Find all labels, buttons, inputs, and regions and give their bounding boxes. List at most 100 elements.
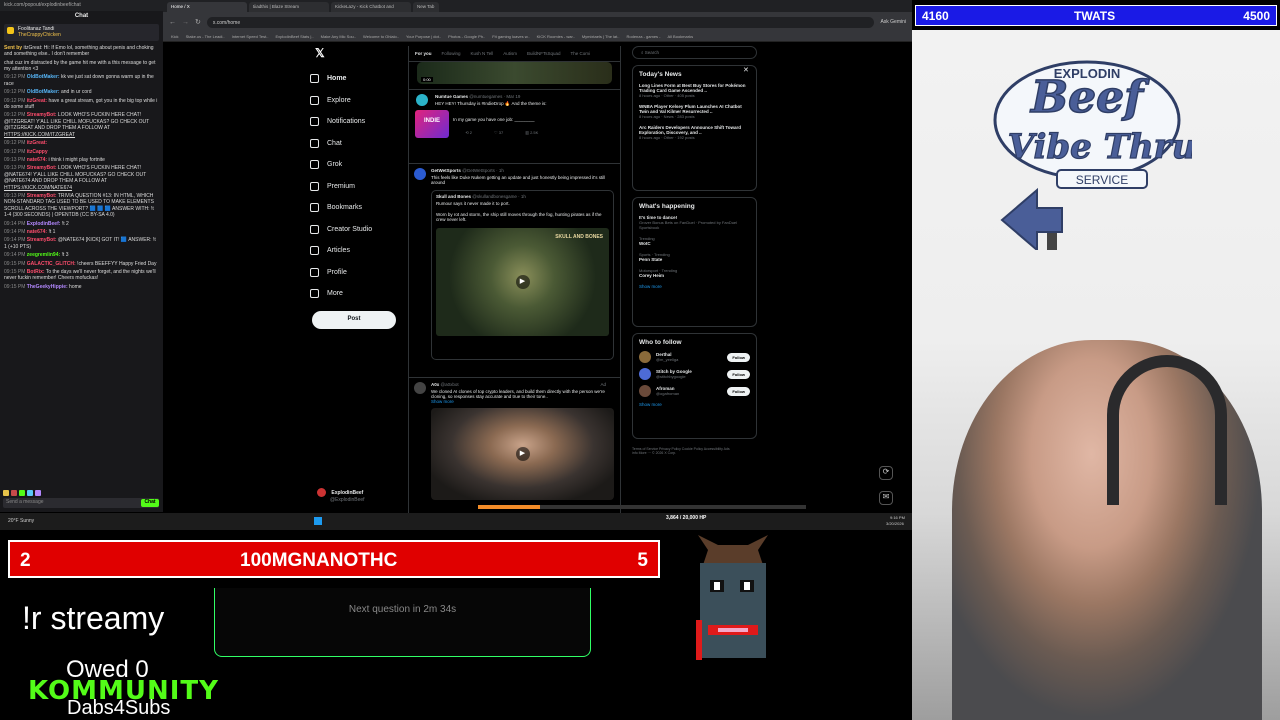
clock[interactable]: 9:16 PM [890, 515, 905, 520]
bookmark-item[interactable]: All Bookmarks [668, 34, 694, 39]
bookmark-item[interactable]: ExplodinBeef Stats |.. [275, 34, 313, 39]
post-getwet[interactable]: GetWetSports @GetWetSports · 1h This fee… [409, 164, 620, 378]
play-icon[interactable]: ▶ [515, 447, 530, 461]
follow-suggestion[interactable]: Afroman @ogafroman Follow [639, 385, 750, 397]
nav-item-articles[interactable]: Articles [310, 240, 410, 262]
nav-item-home[interactable]: Home [310, 68, 410, 90]
post-ad-a0x[interactable]: A0x @a0xbot Ad We cloned AI clones of to… [409, 378, 620, 513]
nav-item-profile[interactable]: Profile [310, 262, 410, 284]
bookmark-item[interactable]: Mymixtaels | The lat.. [582, 34, 620, 39]
messages-icon[interactable]: ✉ [879, 491, 893, 505]
message-link[interactable]: HTTPS://KICK.COM/NATE674 [4, 185, 72, 191]
browser-tab[interactable]: New Tab [413, 2, 439, 12]
message-username[interactable]: nate674: [27, 157, 47, 163]
follow-suggestion[interactable]: Derthal @m_yeeliga Follow [639, 351, 750, 363]
bookmark-item[interactable]: Internet Speed Test.. [232, 34, 269, 39]
feed-tab[interactable]: Following [442, 51, 461, 56]
ask-gemini-button[interactable]: Ask Gemini [880, 19, 906, 25]
post-numtue[interactable]: Numtue Games @numtuegames · Mar 19 HEY H… [409, 90, 620, 164]
nav-item-premium[interactable]: Premium [310, 176, 410, 198]
nav-item-notifications[interactable]: Notifications [310, 111, 410, 133]
video-player[interactable]: 0:00 [417, 62, 612, 84]
nav-item-chat[interactable]: Chat [310, 133, 410, 155]
browser-tab[interactable]: tiiadthis | Blaze Stream [249, 2, 329, 12]
grok-icon[interactable]: ⟳ [879, 466, 893, 480]
bookmark-item[interactable]: Make Any Mic Sou.. [321, 34, 356, 39]
footer-links[interactable]: Terms of Service Privacy Policy Cookie P… [632, 447, 732, 455]
follow-button[interactable]: Follow [727, 352, 750, 362]
news-item[interactable]: Arc Raiders Developers Announce Shift To… [639, 125, 750, 140]
post-button[interactable]: Post [312, 311, 396, 329]
close-icon[interactable]: ✕ [743, 66, 749, 74]
emote-bar[interactable] [3, 490, 41, 496]
message-username[interactable]: StreamyBot: [27, 112, 57, 118]
emote-icon[interactable] [19, 490, 25, 496]
nav-item-creator-studio[interactable]: Creator Studio [310, 219, 410, 241]
feed-tab[interactable]: For you [415, 51, 432, 56]
send-chat-button[interactable]: Chat [141, 499, 159, 507]
bookmark-item[interactable]: Photos - Google Ph.. [448, 34, 485, 39]
post-author[interactable]: GetWetSports [431, 168, 461, 173]
message-username[interactable]: GALACTIC_GLITCH: [27, 261, 76, 267]
emote-icon[interactable] [3, 490, 9, 496]
reload-icon[interactable]: ↻ [195, 18, 201, 26]
news-item[interactable]: WNBA Player Kelsey Plum Launches AI Chat… [639, 104, 750, 119]
browser-tab[interactable]: Home / X [167, 2, 247, 12]
trend-item[interactable]: It's time to dance! Grover Bonus Bets on … [639, 215, 750, 230]
chat-input[interactable]: Send a message [3, 498, 159, 508]
message-username[interactable]: StreamyBot: [27, 165, 57, 171]
message-username[interactable]: itzGreat: [27, 98, 47, 104]
message-username[interactable]: OldBotMaker: [27, 74, 60, 80]
x-logo-icon[interactable]: 𝕏 [315, 46, 410, 60]
video-player[interactable]: ▶ [431, 408, 614, 500]
bookmark-item[interactable]: Your Purpose | dot.. [406, 34, 441, 39]
bookmark-item[interactable]: KICK Roomies - war.. [537, 34, 575, 39]
show-more-link[interactable]: Show more [431, 399, 614, 404]
message-link[interactable]: HTTPS://KICK.COM/ITZGREAT [4, 132, 75, 138]
bookmark-item[interactable]: Welcome to Ohlalo.. [363, 34, 399, 39]
emote-icon[interactable] [27, 490, 33, 496]
nav-item-grok[interactable]: Grok [310, 154, 410, 176]
post-video-top[interactable]: 0:00 [409, 62, 620, 90]
video-player[interactable]: SKULL AND BONES ▶ [436, 228, 609, 336]
play-icon[interactable]: ▶ [515, 275, 530, 289]
message-username[interactable]: ExplodinBeef: [27, 221, 61, 227]
follow-suggestion[interactable]: Stitch by Google @stitchbygoogle Follow [639, 368, 750, 380]
show-more-link[interactable]: Show more [639, 402, 750, 407]
chat-message-list[interactable]: Sent by itzGreat: Hi: If Emo lol, someth… [0, 43, 163, 294]
nav-item-explore[interactable]: Explore [310, 90, 410, 112]
nav-item-more[interactable]: More [310, 283, 410, 305]
views-icon[interactable]: ▥ 2.5K [525, 130, 538, 135]
weather-widget[interactable]: 20°F Sunny [8, 518, 34, 524]
message-username[interactable]: StreamyBot: [27, 237, 57, 243]
account-switcher[interactable]: ExplodinBeef @ExplodinBeef [317, 488, 365, 503]
search-input[interactable]: ⌕ Search [632, 46, 757, 59]
trend-item[interactable]: Trending WotC [639, 236, 750, 246]
emote-icon[interactable] [35, 490, 41, 496]
news-item[interactable]: Long Lines Form at Best Buy Stores for P… [639, 83, 750, 98]
follow-button[interactable]: Follow [727, 369, 750, 379]
feed-tab[interactable]: Kush N Tell [471, 51, 494, 56]
message-username[interactable]: itzCappy [27, 149, 48, 155]
message-username[interactable]: OldBotMaker: [27, 89, 60, 95]
like-icon[interactable]: ♡ 37 [494, 130, 503, 135]
post-author[interactable]: Numtue Games [435, 94, 468, 99]
follow-button[interactable]: Follow [727, 386, 750, 396]
message-username[interactable]: itzGreat: [27, 140, 47, 146]
repost-icon[interactable]: ⟲ 2 [465, 130, 472, 135]
message-username[interactable]: BotRix: [27, 269, 45, 275]
message-username[interactable]: StreamyBot: [27, 193, 57, 199]
back-icon[interactable]: ← [169, 19, 176, 26]
bookmark-item[interactable]: Kick [171, 34, 179, 39]
emote-icon[interactable] [11, 490, 17, 496]
post-author[interactable]: A0x [431, 382, 439, 387]
bookmark-item[interactable]: Stake.us - The Leadi.. [186, 34, 225, 39]
browser-tab[interactable]: KickeLazy - Kick Chatbot and [331, 2, 411, 12]
trend-item[interactable]: Motorsport · Trending Corey Heim [639, 268, 750, 278]
nav-item-bookmarks[interactable]: Bookmarks [310, 197, 410, 219]
trend-item[interactable]: Sports · Trending Penn State [639, 252, 750, 262]
url-input[interactable]: x.com/home [206, 16, 875, 28]
message-username[interactable]: Sent by [4, 45, 22, 51]
feed-tab[interactable]: BuildNFTsSquad [527, 51, 561, 56]
bookmark-item[interactable]: Fit gaming loaves w.. [492, 34, 529, 39]
